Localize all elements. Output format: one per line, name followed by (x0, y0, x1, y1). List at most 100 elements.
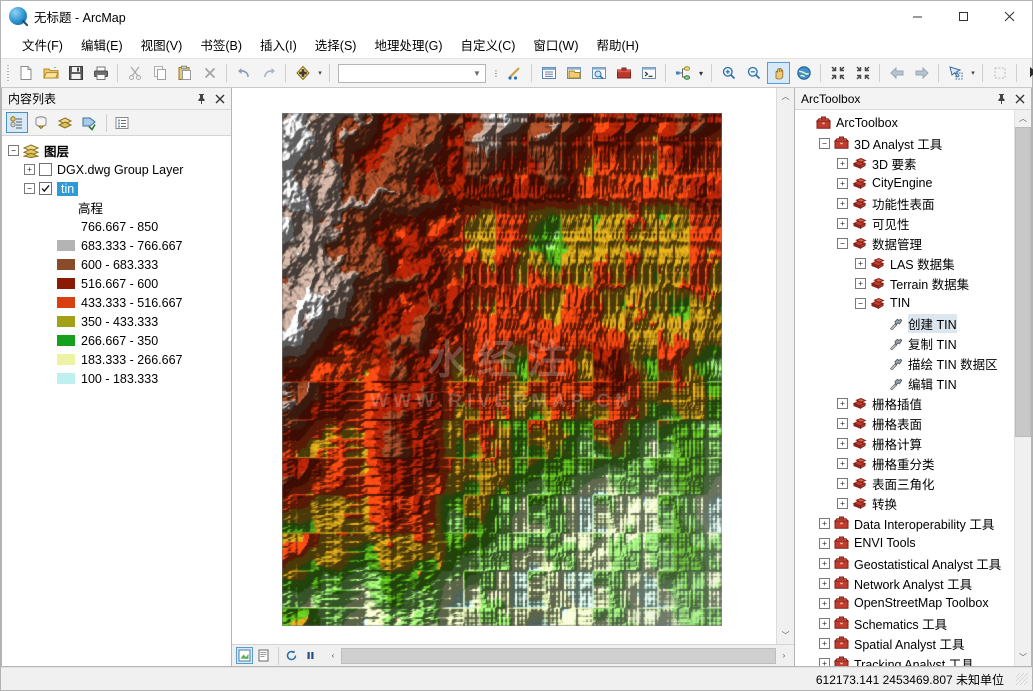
fixed-zoom-out-icon[interactable] (851, 62, 874, 84)
list-by-selection-icon[interactable] (78, 112, 100, 133)
legend-item[interactable]: 516.667 - 600 (2, 274, 231, 293)
arctoolbox-icon[interactable] (612, 62, 635, 84)
map-hscroll-track[interactable] (341, 648, 776, 664)
model-builder-icon[interactable] (671, 62, 694, 84)
legend-item[interactable]: 683.333 - 766.667 (2, 236, 231, 255)
legend-color-swatch[interactable] (57, 221, 75, 232)
fixed-zoom-in-icon[interactable] (826, 62, 849, 84)
expand-icon[interactable]: + (819, 618, 830, 629)
toc-layer-tin[interactable]: − tin (2, 179, 231, 198)
menu-selection[interactable]: 选择(S) (306, 31, 366, 58)
expand-icon[interactable]: + (819, 578, 830, 589)
go-back-extent-icon[interactable] (885, 62, 908, 84)
map-scale-combo[interactable]: ▼ (338, 64, 486, 83)
legend-item[interactable]: 600 - 683.333 (2, 255, 231, 274)
save-icon[interactable] (64, 62, 87, 84)
expand-icon[interactable]: + (837, 218, 848, 229)
select-features-icon[interactable] (944, 62, 967, 84)
legend-color-swatch[interactable] (57, 335, 75, 346)
scroll-up-button[interactable]: ︿ (777, 88, 794, 105)
toolbar-overflow-icon[interactable]: ⋮ (490, 62, 502, 84)
close-button[interactable] (986, 1, 1032, 31)
map-vertical-scrollbar[interactable]: ︿ ﹀ (776, 88, 794, 644)
editor-toolbar-icon[interactable] (503, 62, 526, 84)
arctoolbox-tree-item[interactable]: +Terrain 数据集 (795, 273, 1014, 293)
arctoolbox-tree-item[interactable]: −3D Analyst 工具 (795, 133, 1014, 153)
refresh-view-button[interactable] (283, 647, 300, 664)
arctoolbox-scroll-thumb[interactable] (1015, 127, 1031, 437)
arctoolbox-tree-item[interactable]: +Data Interoperability 工具 (795, 513, 1014, 533)
scroll-right-button[interactable]: › (776, 648, 792, 664)
legend-color-swatch[interactable] (57, 354, 75, 365)
list-by-source-icon[interactable] (30, 112, 52, 133)
legend-item[interactable]: 100 - 183.333 (2, 369, 231, 388)
legend-color-swatch[interactable] (57, 316, 75, 327)
expand-icon[interactable]: + (837, 438, 848, 449)
expand-icon[interactable]: + (855, 258, 866, 269)
collapse-icon[interactable]: − (837, 238, 848, 249)
arctoolbox-tree-item[interactable]: +CityEngine (795, 173, 1014, 193)
catalog-window-icon[interactable] (562, 62, 585, 84)
expand-icon[interactable]: + (855, 278, 866, 289)
legend-color-swatch[interactable] (57, 278, 75, 289)
toc-root-layers[interactable]: − 图层 (2, 141, 231, 160)
pause-drawing-button[interactable] (302, 647, 319, 664)
arctoolbox-tree-item[interactable]: 创建 TIN (795, 313, 1014, 333)
map-vscroll-track[interactable] (777, 105, 794, 627)
pin-icon[interactable] (993, 90, 1009, 108)
maximize-button[interactable] (940, 1, 986, 31)
menu-bookmarks[interactable]: 书签(B) (191, 31, 251, 58)
legend-item[interactable]: 350 - 433.333 (2, 312, 231, 331)
data-view-button[interactable] (236, 647, 253, 664)
options-icon[interactable] (111, 112, 133, 133)
arctoolbox-tree-item[interactable]: +栅格重分类 (795, 453, 1014, 473)
menu-file[interactable]: 文件(F) (13, 31, 72, 58)
go-forward-extent-icon[interactable] (910, 62, 933, 84)
expand-icon[interactable]: + (837, 198, 848, 209)
arctoolbox-tree-item[interactable]: −数据管理 (795, 233, 1014, 253)
arctoolbox-tree-item[interactable]: +LAS 数据集 (795, 253, 1014, 273)
arctoolbox-tree-item[interactable]: 编辑 TIN (795, 373, 1014, 393)
menu-window[interactable]: 窗口(W) (524, 31, 587, 58)
full-extent-globe-icon[interactable] (792, 62, 815, 84)
arctoolbox-tree-item[interactable]: +转换 (795, 493, 1014, 513)
expand-icon[interactable]: + (819, 638, 830, 649)
legend-item[interactable]: 433.333 - 516.667 (2, 293, 231, 312)
arctoolbox-scrollbar[interactable]: ︿ ﹀ (1014, 110, 1031, 666)
legend-color-swatch[interactable] (57, 259, 75, 270)
arctoolbox-tree-item[interactable]: +可见性 (795, 213, 1014, 233)
cut-scissors-icon[interactable] (123, 62, 146, 84)
arctoolbox-tree-item[interactable]: ArcToolbox (795, 113, 1014, 133)
arctoolbox-tree-item[interactable]: −TIN (795, 293, 1014, 313)
terrain-tin-layer[interactable]: 水经注 WWW.RIVERMAP.CN (282, 113, 722, 626)
redo-arrow-icon[interactable] (257, 62, 280, 84)
scroll-down-button[interactable]: ﹀ (777, 627, 794, 644)
expand-icon[interactable]: + (837, 178, 848, 189)
arctoolbox-tree-item[interactable]: +3D 要素 (795, 153, 1014, 173)
menu-insert[interactable]: 插入(I) (251, 31, 306, 58)
scroll-left-button[interactable]: ‹ (325, 648, 341, 664)
list-by-drawing-order-icon[interactable] (6, 112, 28, 133)
minimize-button[interactable] (894, 1, 940, 31)
pin-icon[interactable] (193, 90, 209, 108)
list-by-visibility-icon[interactable] (54, 112, 76, 133)
delete-x-icon[interactable] (198, 62, 221, 84)
select-dropdown-icon[interactable]: ▾ (968, 62, 978, 84)
toolbar-overflow-icon[interactable]: ▾ (695, 62, 707, 84)
collapse-icon[interactable]: − (24, 183, 35, 194)
expand-icon[interactable]: + (24, 164, 35, 175)
arctoolbox-tree-item[interactable]: +Schematics 工具 (795, 613, 1014, 633)
layout-view-button[interactable] (255, 647, 272, 664)
layer-visibility-checkbox[interactable] (39, 182, 52, 195)
add-data-icon[interactable] (291, 62, 314, 84)
menu-view[interactable]: 视图(V) (132, 31, 192, 58)
expand-icon[interactable]: + (819, 558, 830, 569)
undo-arrow-icon[interactable] (232, 62, 255, 84)
arctoolbox-tree-item[interactable]: +Network Analyst 工具 (795, 573, 1014, 593)
layer-visibility-checkbox[interactable] (39, 163, 52, 176)
collapse-icon[interactable]: − (819, 138, 830, 149)
legend-color-swatch[interactable] (57, 297, 75, 308)
menu-edit[interactable]: 编辑(E) (72, 31, 132, 58)
map-canvas[interactable]: 水经注 WWW.RIVERMAP.CN (232, 88, 776, 644)
search-window-icon[interactable] (587, 62, 610, 84)
